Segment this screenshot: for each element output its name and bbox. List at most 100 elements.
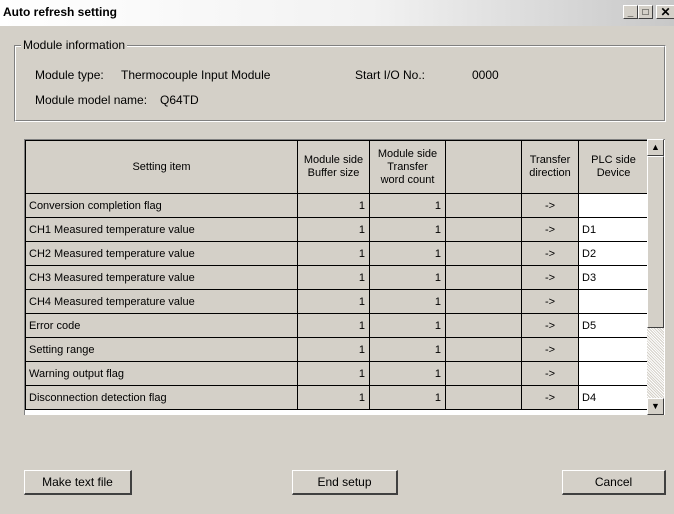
buffer-size-cell: 1 xyxy=(297,313,370,338)
maximize-button[interactable]: □ xyxy=(638,5,653,19)
header-transfer-count: Module side Transfer word count xyxy=(369,140,446,194)
plc-device-input[interactable]: D5 xyxy=(578,313,649,338)
direction-cell: -> xyxy=(521,265,579,290)
plc-device-input[interactable] xyxy=(578,193,649,218)
header-transfer-count-line2: Transfer xyxy=(387,160,428,173)
module-info-group xyxy=(14,45,666,122)
buffer-size-cell: 1 xyxy=(297,265,370,290)
blank-cell xyxy=(445,385,522,410)
header-plc-device-line1: PLC side xyxy=(591,154,636,166)
header-direction-line1: Transfer xyxy=(529,154,571,166)
table-header-row: Setting item Module side Buffer size Modu… xyxy=(25,140,649,194)
direction-cell: -> xyxy=(521,313,579,338)
setting-item-cell: Disconnection detection flag xyxy=(25,385,298,410)
blank-cell xyxy=(445,217,522,242)
direction-cell: -> xyxy=(521,241,579,266)
direction-cell: -> xyxy=(521,289,579,314)
cancel-button[interactable]: Cancel xyxy=(562,470,666,495)
direction-cell: -> xyxy=(521,385,579,410)
minimize-button[interactable]: _ xyxy=(623,5,638,19)
header-transfer-count-line1: Module side xyxy=(377,147,438,160)
header-transfer-count-line3: word count xyxy=(380,173,435,186)
transfer-count-cell: 1 xyxy=(369,337,446,362)
transfer-count-cell: 1 xyxy=(369,361,446,386)
table-row[interactable]: Setting range 1 1 -> xyxy=(25,337,649,362)
setting-item-cell: CH2 Measured temperature value xyxy=(25,241,298,266)
direction-cell: -> xyxy=(521,361,579,386)
transfer-count-cell: 1 xyxy=(369,289,446,314)
blank-cell xyxy=(445,241,522,266)
header-buffer-size: Module side Buffer size xyxy=(297,140,370,194)
table-row[interactable]: Warning output flag 1 1 -> xyxy=(25,361,649,386)
scroll-down-button[interactable]: ▼ xyxy=(647,398,664,415)
scroll-thumb[interactable] xyxy=(647,156,664,328)
plc-device-input[interactable] xyxy=(578,361,649,386)
module-type-value: Thermocouple Input Module xyxy=(121,68,271,82)
blank-cell xyxy=(445,361,522,386)
direction-cell: -> xyxy=(521,193,579,218)
plc-device-input[interactable]: D2 xyxy=(578,241,649,266)
setting-item-cell: CH4 Measured temperature value xyxy=(25,289,298,314)
setting-item-cell: CH1 Measured temperature value xyxy=(25,217,298,242)
table-row[interactable]: CH2 Measured temperature value 1 1 -> D2 xyxy=(25,241,649,266)
buffer-size-cell: 1 xyxy=(297,241,370,266)
transfer-count-cell: 1 xyxy=(369,241,446,266)
title-bar[interactable]: Auto refresh setting _ □ ✕ xyxy=(0,0,674,26)
transfer-count-cell: 1 xyxy=(369,385,446,410)
transfer-count-cell: 1 xyxy=(369,313,446,338)
table-vertical-scrollbar[interactable]: ▲ ▼ xyxy=(647,139,664,415)
header-transfer-direction: Transfer direction xyxy=(521,140,579,194)
transfer-count-cell: 1 xyxy=(369,193,446,218)
plc-device-input[interactable] xyxy=(578,337,649,362)
header-direction-line2: direction xyxy=(529,167,571,179)
module-model-value: Q64TD xyxy=(160,93,199,107)
header-setting-item: Setting item xyxy=(25,140,298,194)
header-buffer-size-line2: Buffer size xyxy=(307,167,360,179)
scroll-up-button[interactable]: ▲ xyxy=(647,139,664,156)
window-title: Auto refresh setting xyxy=(3,5,118,19)
transfer-count-cell: 1 xyxy=(369,265,446,290)
plc-device-input[interactable]: D4 xyxy=(578,385,649,410)
direction-cell: -> xyxy=(521,337,579,362)
table-row[interactable]: CH4 Measured temperature value 1 1 -> xyxy=(25,289,649,314)
start-io-label: Start I/O No.: xyxy=(355,68,426,82)
table-row[interactable]: CH3 Measured temperature value 1 1 -> D3 xyxy=(25,265,649,290)
transfer-count-cell: 1 xyxy=(369,217,446,242)
table-row[interactable]: Conversion completion flag 1 1 -> xyxy=(25,193,649,218)
table-row[interactable]: Disconnection detection flag 1 1 -> D4 xyxy=(25,385,649,410)
header-blank xyxy=(445,140,522,194)
setting-item-cell: CH3 Measured temperature value xyxy=(25,265,298,290)
make-text-file-button[interactable]: Make text file xyxy=(24,470,132,495)
module-type-label: Module type: xyxy=(35,68,104,82)
refresh-table: Setting item Module side Buffer size Modu… xyxy=(25,140,649,410)
header-plc-device: PLC side Device xyxy=(578,140,649,194)
buffer-size-cell: 1 xyxy=(297,361,370,386)
start-io-value: 0000 xyxy=(472,68,499,82)
buffer-size-cell: 1 xyxy=(297,289,370,314)
buffer-size-cell: 1 xyxy=(297,385,370,410)
setting-item-cell: Conversion completion flag xyxy=(25,193,298,218)
blank-cell xyxy=(445,193,522,218)
buffer-size-cell: 1 xyxy=(297,193,370,218)
direction-cell: -> xyxy=(521,217,579,242)
table-row[interactable]: CH1 Measured temperature value 1 1 -> D1 xyxy=(25,217,649,242)
blank-cell xyxy=(445,313,522,338)
setting-item-cell: Setting range xyxy=(25,337,298,362)
buffer-size-cell: 1 xyxy=(297,217,370,242)
close-button[interactable]: ✕ xyxy=(656,5,674,19)
table-row[interactable]: Error code 1 1 -> D5 xyxy=(25,313,649,338)
blank-cell xyxy=(445,289,522,314)
setting-item-cell: Warning output flag xyxy=(25,361,298,386)
blank-cell xyxy=(445,337,522,362)
plc-device-input[interactable] xyxy=(578,289,649,314)
header-buffer-size-line1: Module side xyxy=(303,154,364,166)
plc-device-input[interactable]: D3 xyxy=(578,265,649,290)
module-info-legend: Module information xyxy=(21,38,128,52)
end-setup-button[interactable]: End setup xyxy=(292,470,398,495)
module-model-label: Module model name: xyxy=(35,93,148,107)
setting-item-cell: Error code xyxy=(25,313,298,338)
blank-cell xyxy=(445,265,522,290)
buffer-size-cell: 1 xyxy=(297,337,370,362)
plc-device-input[interactable]: D1 xyxy=(578,217,649,242)
refresh-table-container: Setting item Module side Buffer size Modu… xyxy=(24,139,665,415)
